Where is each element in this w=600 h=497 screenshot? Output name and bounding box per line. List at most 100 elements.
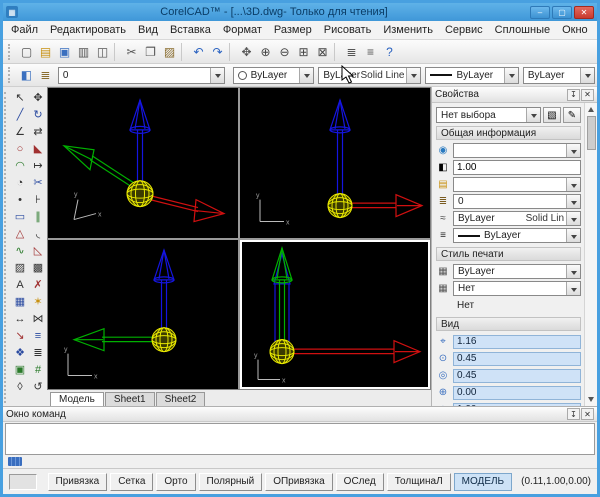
- linestyle-combobox[interactable]: ByLayer: [523, 67, 595, 84]
- menu-item[interactable]: Файл: [5, 22, 44, 38]
- mirror-icon[interactable]: ⇄: [29, 123, 47, 140]
- panel-close-icon[interactable]: ✕: [581, 408, 594, 420]
- tab-sheet1[interactable]: Sheet1: [105, 392, 155, 406]
- status-polar[interactable]: Полярный: [199, 473, 263, 491]
- block-icon[interactable]: ❖: [11, 344, 29, 361]
- dimension-icon[interactable]: ↔: [11, 310, 29, 327]
- select-icon[interactable]: ↖: [11, 89, 29, 106]
- menu-item[interactable]: Окно: [556, 22, 594, 38]
- linetype-combobox[interactable]: ByLayerSolid Line: [318, 67, 421, 84]
- properties-toggle-icon[interactable]: ≡: [361, 42, 380, 61]
- print-icon[interactable]: ▥: [74, 42, 93, 61]
- selection-combobox[interactable]: Нет выбора: [436, 107, 541, 123]
- status-etrack[interactable]: ОСлед: [336, 473, 384, 491]
- undo-mark-icon[interactable]: ↺: [29, 378, 47, 395]
- toolbar-separator[interactable]: [229, 43, 235, 61]
- menu-item[interactable]: Рисовать: [318, 22, 378, 38]
- scroll-down-icon[interactable]: [586, 393, 597, 406]
- view-value-field[interactable]: 0.45: [453, 352, 581, 366]
- region-icon[interactable]: ◊: [11, 378, 29, 395]
- menu-item[interactable]: Изменить: [377, 22, 439, 38]
- array-icon[interactable]: ▩: [29, 259, 47, 276]
- arc-icon[interactable]: ◠: [11, 157, 29, 174]
- extend-icon[interactable]: ⊦: [29, 191, 47, 208]
- layers-icon[interactable]: ≣: [36, 66, 55, 85]
- toolbar-drag-handle[interactable]: [8, 67, 14, 83]
- save-icon[interactable]: ▣: [55, 42, 74, 61]
- material-combobox[interactable]: [453, 177, 581, 192]
- redo-icon[interactable]: ↷: [208, 42, 227, 61]
- command-history-area[interactable]: [5, 423, 595, 455]
- section-general[interactable]: Общая информация: [436, 126, 581, 140]
- cut-icon[interactable]: ✂: [122, 42, 141, 61]
- new-icon[interactable]: ▢: [17, 42, 36, 61]
- entity-properties-icon[interactable]: ≡: [29, 327, 47, 344]
- color-combobox[interactable]: ByLayer: [233, 67, 315, 84]
- text-icon[interactable]: A: [11, 276, 29, 293]
- menu-item[interactable]: Вставка: [164, 22, 217, 38]
- lineweight-combobox[interactable]: ByLayer: [425, 67, 518, 84]
- status-model[interactable]: МОДЕЛЬ: [454, 473, 512, 491]
- fillet-icon[interactable]: ◟: [29, 225, 47, 242]
- maximize-button[interactable]: ▢: [552, 6, 572, 19]
- spline-icon[interactable]: ∿: [11, 242, 29, 259]
- polyline-icon[interactable]: ∠: [11, 123, 29, 140]
- edit-properties-button[interactable]: ✎: [563, 107, 581, 123]
- chamfer-icon[interactable]: ◺: [29, 242, 47, 259]
- menu-item[interactable]: Справка: [594, 22, 600, 38]
- menu-item[interactable]: Размер: [268, 22, 318, 38]
- tab-sheet2[interactable]: Sheet2: [156, 392, 206, 406]
- zoom-fit-icon[interactable]: ⊠: [313, 42, 332, 61]
- image-icon[interactable]: ▣: [11, 361, 29, 378]
- select-entities-button[interactable]: ▧: [543, 107, 561, 123]
- layer-property-combobox[interactable]: 0: [453, 194, 581, 209]
- status-ortho[interactable]: Орто: [156, 473, 195, 491]
- print-preview-icon[interactable]: ◫: [93, 42, 112, 61]
- units-combobox[interactable]: [453, 143, 581, 158]
- ellipse-icon[interactable]: ◔: [11, 174, 29, 191]
- pin-icon[interactable]: ↧: [567, 89, 580, 101]
- print-style-combobox[interactable]: ByLayer: [453, 264, 581, 279]
- linetype-scale-field[interactable]: 1.00: [453, 160, 581, 175]
- status-esnap[interactable]: ОПривязка: [265, 473, 332, 491]
- minimize-button[interactable]: –: [530, 6, 550, 19]
- layers-manager-icon[interactable]: ≣: [342, 42, 361, 61]
- print-table-combobox[interactable]: Нет: [453, 281, 581, 296]
- polygon-icon[interactable]: △: [11, 225, 29, 242]
- view-value-field[interactable]: 1.16: [453, 335, 581, 349]
- scale-icon[interactable]: ◣: [29, 140, 47, 157]
- linetype-property-combobox[interactable]: ByLayerSolid Lin: [453, 211, 581, 226]
- join-icon[interactable]: ⋈: [29, 310, 47, 327]
- point-icon[interactable]: •: [11, 191, 29, 208]
- leader-icon[interactable]: ↘: [11, 327, 29, 344]
- layer-tools-icon[interactable]: ≣: [29, 344, 47, 361]
- trim-icon[interactable]: ✂: [29, 174, 47, 191]
- viewport-side[interactable]: x y: [48, 240, 238, 390]
- move-icon[interactable]: ✥: [29, 89, 47, 106]
- menu-item[interactable]: Сервис: [439, 22, 489, 38]
- panel-scrollbar[interactable]: [584, 103, 597, 406]
- zoom-in-icon[interactable]: ⊕: [256, 42, 275, 61]
- viewport-active[interactable]: x y: [240, 240, 430, 390]
- undo-icon[interactable]: ↶: [189, 42, 208, 61]
- layer-color-icon[interactable]: ◧: [17, 66, 36, 85]
- toolbar-separator[interactable]: [334, 43, 340, 61]
- table-icon[interactable]: ▦: [11, 293, 29, 310]
- status-grid[interactable]: Сетка: [110, 473, 153, 491]
- pan-icon[interactable]: ✥: [237, 42, 256, 61]
- tab-model[interactable]: Модель: [50, 392, 104, 406]
- offset-icon[interactable]: ∥: [29, 208, 47, 225]
- open-icon[interactable]: ▤: [36, 42, 55, 61]
- circle-icon[interactable]: ○: [11, 140, 29, 157]
- help-icon[interactable]: ?: [380, 42, 399, 61]
- lineweight-property-combobox[interactable]: ByLayer: [453, 228, 581, 243]
- status-snap[interactable]: Привязка: [48, 473, 108, 491]
- toolbar-separator[interactable]: [114, 43, 120, 61]
- panel-close-icon[interactable]: ✕: [581, 89, 594, 101]
- rectangle-icon[interactable]: ▭: [11, 208, 29, 225]
- view-value-field[interactable]: 0.45: [453, 369, 581, 383]
- layer-combobox[interactable]: 0: [58, 67, 225, 84]
- copy-icon[interactable]: ❐: [141, 42, 160, 61]
- keyboard-icon[interactable]: [8, 457, 22, 466]
- scroll-up-icon[interactable]: [586, 103, 597, 116]
